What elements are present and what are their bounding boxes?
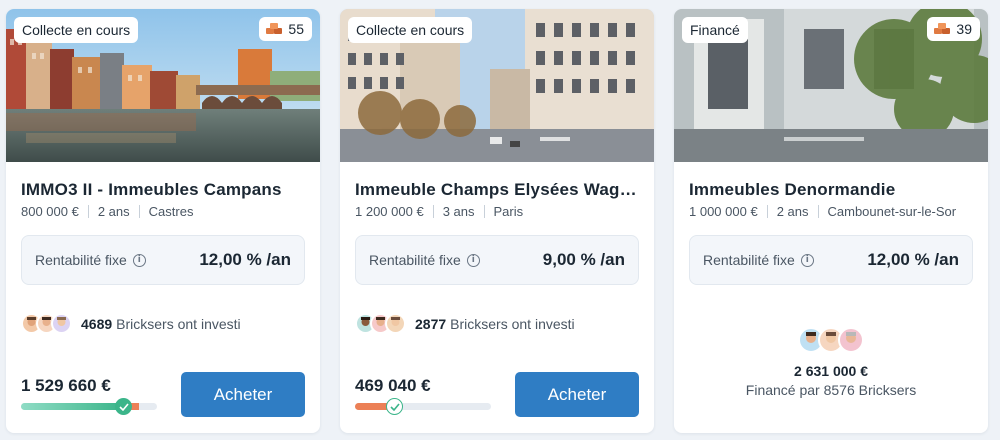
funded-text: Financé par 8576 Bricksers [745, 382, 917, 398]
project-title[interactable]: IMMO3 II - Immeubles Campans [21, 180, 282, 200]
yield-value: 12,00 % /an [867, 250, 959, 269]
yield-box: Rentabilité fixe i 12,00 % /an [21, 235, 305, 285]
bricks-count-badge: 39 [927, 17, 980, 41]
bricks-count: 55 [288, 21, 304, 37]
info-icon[interactable]: i [800, 253, 814, 267]
divider [432, 205, 434, 218]
funding-progress-bar [21, 403, 157, 410]
funded-amount: 2 631 000 € [794, 363, 868, 379]
investors-text: Bricksers ont investi [116, 315, 241, 332]
divider [766, 205, 768, 218]
yield-label: Rentabilité fixe [35, 252, 127, 268]
divider [817, 205, 819, 218]
buy-button[interactable]: Acheter [181, 372, 305, 417]
bricks-icon [934, 23, 951, 34]
status-badge: Financé [682, 17, 748, 43]
yield-label-group: Rentabilité fixe i [369, 252, 480, 268]
bricks-count-badge: 55 [259, 17, 312, 41]
project-card[interactable]: Collecte en cours Immeuble Champs Elysée… [340, 9, 654, 433]
avatar [838, 327, 864, 353]
divider [138, 205, 140, 218]
project-title[interactable]: Immeubles Denormandie [689, 180, 895, 200]
collected-amount: 1 529 660 € [21, 376, 111, 395]
yield-value: 12,00 % /an [199, 250, 291, 269]
collected-amount: 469 040 € [355, 376, 431, 395]
project-price: 1 200 000 € [355, 204, 424, 219]
avatar [385, 313, 406, 334]
funded-summary: 2 631 000 € Financé par 8576 Bricksers [674, 327, 988, 398]
divider [483, 205, 485, 218]
project-city: Cambounet-sur-le-Sor [827, 204, 957, 219]
yield-label-group: Rentabilité fixe i [703, 252, 814, 268]
bricks-count: 39 [956, 21, 972, 37]
yield-label: Rentabilité fixe [369, 252, 461, 268]
yield-label: Rentabilité fixe [703, 252, 795, 268]
info-icon[interactable]: i [466, 253, 480, 267]
check-icon [115, 398, 132, 415]
project-meta: 1 200 000 € 3 ans Paris [355, 204, 523, 219]
project-duration: 2 ans [97, 204, 130, 219]
project-city: Castres [148, 204, 194, 219]
funding-progress-bar [355, 403, 491, 410]
progress-overflow [131, 403, 139, 410]
investors-row: 2877 Bricksers ont investi [355, 313, 575, 334]
bricks-icon [266, 23, 283, 34]
yield-value: 9,00 % /an [542, 250, 625, 269]
buy-button[interactable]: Acheter [515, 372, 639, 417]
project-meta: 800 000 € 2 ans Castres [21, 204, 193, 219]
project-title[interactable]: Immeuble Champs Elysées Wagr… [355, 180, 640, 200]
investors-count: 4689 [81, 315, 113, 332]
project-price: 800 000 € [21, 204, 79, 219]
avatar [51, 313, 72, 334]
project-card[interactable]: Financé 39 Immeubles Denormandie 1 000 0… [674, 9, 988, 433]
yield-box: Rentabilité fixe i 12,00 % /an [689, 235, 973, 285]
project-duration: 2 ans [776, 204, 809, 219]
divider [87, 205, 89, 218]
avatar-group [674, 327, 988, 353]
progress-fill [21, 403, 123, 410]
project-duration: 3 ans [442, 204, 475, 219]
project-card[interactable]: Collecte en cours 55 IMMO3 II - Immeuble… [6, 9, 320, 433]
investors-count: 2877 [415, 315, 447, 332]
avatar-group [355, 313, 406, 334]
project-price: 1 000 000 € [689, 204, 758, 219]
project-city: Paris [493, 204, 524, 219]
project-meta: 1 000 000 € 2 ans Cambounet-sur-le-Sor [689, 204, 956, 219]
status-badge: Collecte en cours [348, 17, 473, 43]
yield-box: Rentabilité fixe i 9,00 % /an [355, 235, 639, 285]
status-badge: Collecte en cours [14, 17, 139, 43]
check-icon [386, 398, 403, 415]
avatar-group [21, 313, 72, 334]
yield-label-group: Rentabilité fixe i [35, 252, 146, 268]
investors-row: 4689 Bricksers ont investi [21, 313, 241, 334]
investors-text: Bricksers ont investi [450, 315, 575, 332]
info-icon[interactable]: i [132, 253, 146, 267]
